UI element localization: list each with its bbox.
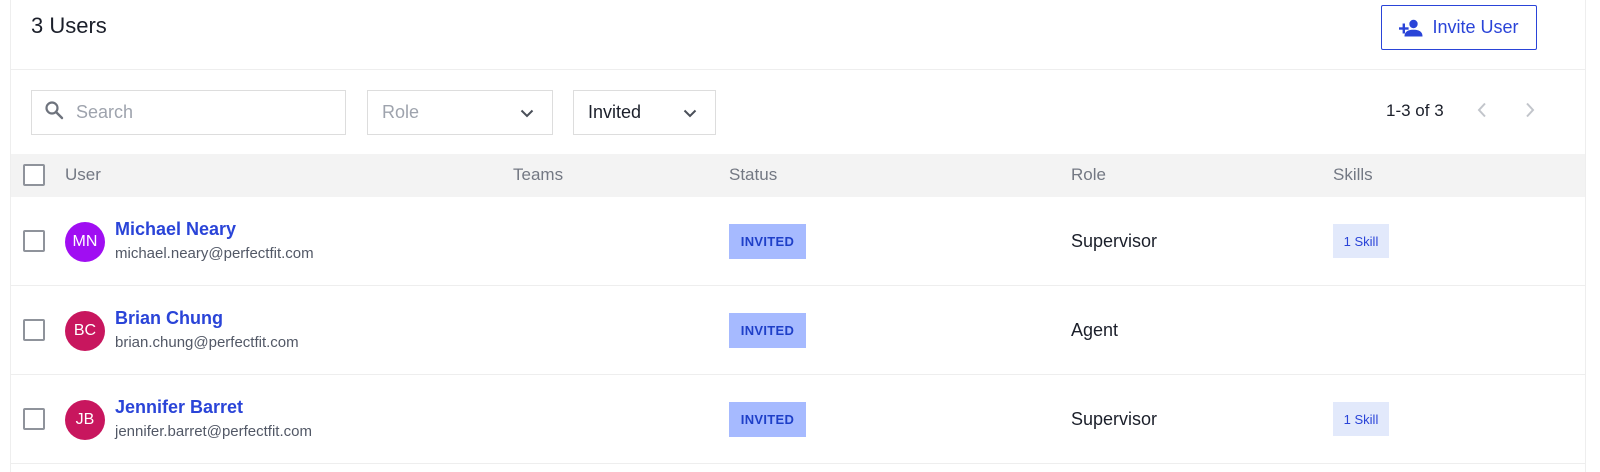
chevron-down-icon xyxy=(520,102,534,123)
search-input[interactable] xyxy=(76,102,316,123)
row-checkbox[interactable] xyxy=(23,319,45,341)
user-role: Supervisor xyxy=(1071,231,1158,251)
user-email: jennifer.barret@perfectfit.com xyxy=(115,423,312,440)
table-row[interactable]: BC Brian Chung brian.chung@perfectfit.co… xyxy=(11,286,1585,375)
status-filter-value: Invited xyxy=(588,102,642,122)
user-name-link[interactable]: Michael Neary xyxy=(115,219,236,240)
column-header-skills[interactable]: Skills xyxy=(1333,165,1373,185)
user-role: Supervisor xyxy=(1071,409,1158,429)
table-row[interactable]: JB Jennifer Barret jennifer.barret@perfe… xyxy=(11,375,1585,464)
avatar: JB xyxy=(65,400,105,440)
page-title: 3 Users xyxy=(31,13,107,38)
add-person-icon xyxy=(1399,19,1423,37)
column-header-user[interactable]: User xyxy=(65,165,101,185)
status-badge: INVITED xyxy=(729,313,806,348)
skills-badge[interactable]: 1 Skill xyxy=(1333,402,1389,436)
skills-badge[interactable]: 1 Skill xyxy=(1333,224,1389,258)
status-badge: INVITED xyxy=(729,402,806,437)
user-role: Agent xyxy=(1071,320,1119,340)
chevron-down-icon xyxy=(683,102,697,123)
column-header-status[interactable]: Status xyxy=(729,165,777,185)
chevron-left-icon xyxy=(1477,102,1487,123)
role-filter-label: Role xyxy=(382,102,420,122)
user-email: michael.neary@perfectfit.com xyxy=(115,245,314,262)
next-page-button[interactable] xyxy=(1518,100,1542,124)
column-header-role[interactable]: Role xyxy=(1071,165,1106,185)
chevron-right-icon xyxy=(1525,102,1535,123)
table-header: User Teams Status Role Skills xyxy=(11,154,1585,197)
search-box[interactable] xyxy=(31,90,346,135)
status-badge: INVITED xyxy=(729,224,806,259)
invite-user-button[interactable]: Invite User xyxy=(1381,5,1537,50)
role-filter-select[interactable]: Role xyxy=(367,90,553,135)
row-checkbox[interactable] xyxy=(23,230,45,252)
users-page: 3 Users Invite User Role xyxy=(10,0,1586,472)
page-header: 3 Users Invite User xyxy=(11,0,1585,70)
user-name-link[interactable]: Brian Chung xyxy=(115,308,223,329)
user-email: brian.chung@perfectfit.com xyxy=(115,334,299,351)
table-row[interactable]: MN Michael Neary michael.neary@perfectfi… xyxy=(11,197,1585,286)
user-name-link[interactable]: Jennifer Barret xyxy=(115,397,243,418)
select-all-checkbox[interactable] xyxy=(23,164,45,186)
search-icon xyxy=(44,100,64,125)
avatar: MN xyxy=(65,222,105,262)
previous-page-button[interactable] xyxy=(1470,100,1494,124)
pagination-range: 1-3 of 3 xyxy=(1386,101,1444,120)
column-header-teams[interactable]: Teams xyxy=(513,165,563,185)
invite-user-label: Invite User xyxy=(1432,17,1519,37)
status-filter-select[interactable]: Invited xyxy=(573,90,716,135)
avatar: BC xyxy=(65,311,105,351)
row-checkbox[interactable] xyxy=(23,408,45,430)
